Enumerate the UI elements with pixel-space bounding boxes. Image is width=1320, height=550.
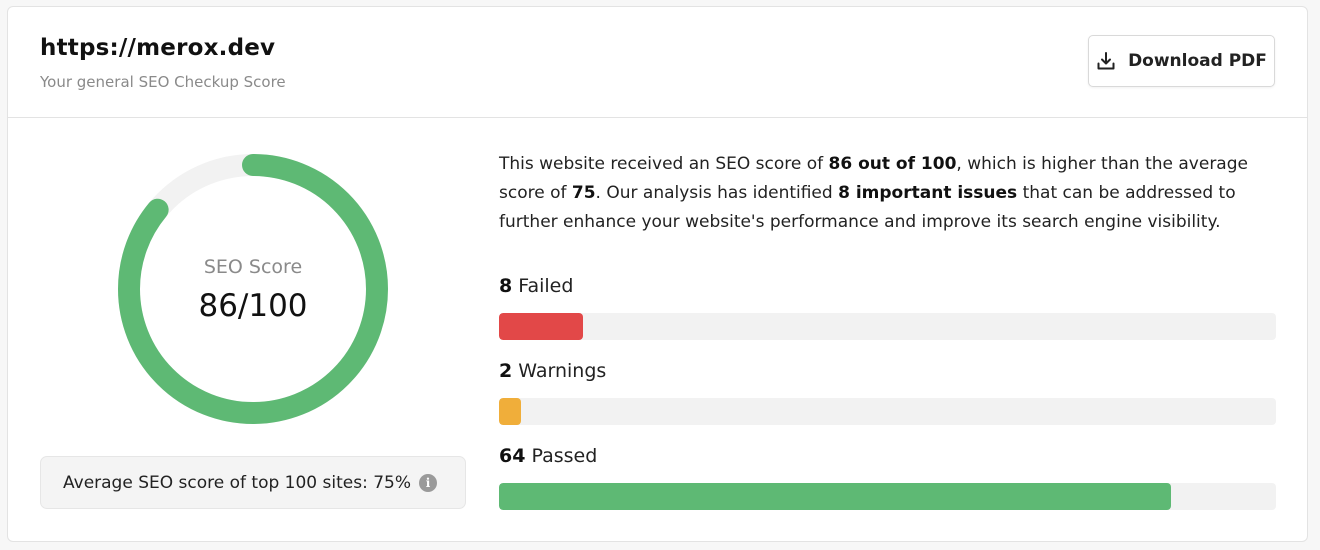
description-highlight: 86 out of 100 (828, 154, 957, 174)
stat-warnings: 2 Warnings (499, 360, 1276, 425)
description-highlight: 75 (571, 183, 596, 203)
stat-passed-text: Passed (525, 445, 598, 467)
description-text: This website received an SEO score of (499, 154, 829, 174)
report-subtitle: Your general SEO Checkup Score (40, 73, 286, 91)
stat-passed: 64 Passed (499, 445, 1276, 510)
stat-failed-text: Failed (512, 275, 574, 297)
site-url-title: https://merox.dev (40, 35, 276, 61)
stat-failed-count: 8 (499, 275, 513, 297)
seo-report-card: https://merox.dev Your general SEO Check… (7, 6, 1308, 542)
average-score-text: Average SEO score of top 100 sites: 75% (63, 472, 411, 493)
gauge-label: SEO Score (203, 256, 303, 278)
stat-warnings-label: 2 Warnings (499, 360, 1276, 386)
gauge-score-value: 86/100 (198, 288, 308, 324)
score-description: This website received an SEO score of 86… (499, 150, 1279, 237)
report-header: https://merox.dev Your general SEO Check… (8, 7, 1307, 118)
info-icon[interactable]: i (419, 473, 437, 492)
download-pdf-label: Download PDF (1128, 51, 1267, 71)
stat-failed-fill (499, 313, 583, 340)
description-text: . Our analysis has identified (595, 183, 839, 203)
stat-failed-label: 8 Failed (499, 275, 1276, 301)
seo-score-gauge: SEO Score 86/100 (118, 154, 388, 424)
stat-passed-count: 64 (499, 445, 526, 467)
description-highlight: 8 important issues (838, 183, 1018, 203)
stat-warnings-text: Warnings (512, 360, 607, 382)
stat-passed-label: 64 Passed (499, 445, 1276, 471)
stat-warnings-bar (499, 398, 1276, 425)
stat-warnings-fill (499, 398, 521, 425)
stat-passed-fill (499, 483, 1172, 510)
download-icon (1096, 51, 1116, 71)
average-score-box: Average SEO score of top 100 sites: 75% … (40, 456, 466, 509)
stat-failed-bar (499, 313, 1276, 340)
download-pdf-button[interactable]: Download PDF (1088, 35, 1275, 87)
stat-passed-bar (499, 483, 1276, 510)
stat-failed: 8 Failed (499, 275, 1276, 340)
stat-warnings-count: 2 (499, 360, 513, 382)
